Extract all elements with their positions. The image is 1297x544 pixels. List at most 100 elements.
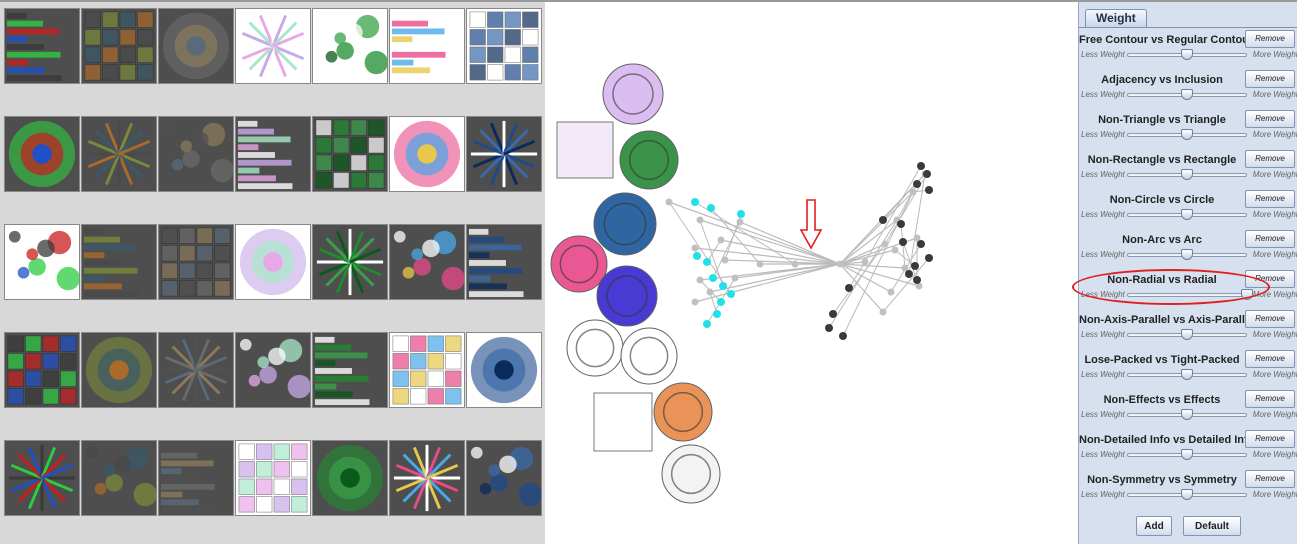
thumbnail-radial-wedge-blue[interactable] (466, 116, 542, 192)
weight-slider-knob[interactable] (1181, 49, 1193, 60)
thumbnail-voronoi-treemap[interactable] (312, 332, 388, 408)
graph-node-cyan (703, 320, 711, 328)
thumbnail-triangle-dark[interactable] (158, 224, 234, 300)
thumbnail-treemap-colorful[interactable] (4, 116, 80, 192)
remove-button[interactable]: Remove (1245, 270, 1295, 288)
thumbnail-radial-fan-blue[interactable] (466, 8, 542, 84)
remove-button[interactable]: Remove (1245, 150, 1295, 168)
thumbnail-green-circles[interactable] (389, 440, 465, 516)
thumbnail-image (82, 9, 156, 83)
less-weight-label: Less Weight (1081, 130, 1125, 139)
weight-slider-knob[interactable] (1181, 249, 1193, 260)
thumbnail-treemap-blue[interactable] (158, 332, 234, 408)
default-button[interactable]: Default (1183, 516, 1241, 536)
remove-button[interactable]: Remove (1245, 350, 1295, 368)
criterion-row: Non-Effects vs Effects Remove Less Weight M… (1079, 390, 1297, 430)
more-weight-label: More Weight (1252, 90, 1297, 99)
thumbnail-sunburst-blue-magenta[interactable] (4, 224, 80, 300)
remove-button[interactable]: Remove (1245, 30, 1295, 48)
thumbnail-image (159, 441, 233, 515)
criterion-title: Non-Detailed Info vs Detailed Info (1079, 434, 1255, 446)
criterion-title: Non-Symmetry vs Symmetry (1087, 474, 1237, 486)
add-button[interactable]: Add (1136, 516, 1172, 536)
thumbnail-dark-treemap[interactable] (312, 116, 388, 192)
remove-button[interactable]: Remove (1245, 430, 1295, 448)
thumbnail-hilbert-map[interactable] (389, 224, 465, 300)
remove-button[interactable]: Remove (1245, 190, 1295, 208)
thumbnail-line-tree-map[interactable] (466, 224, 542, 300)
thumbnail-image (390, 225, 464, 299)
thumbnail-image (82, 117, 156, 191)
weight-slider-knob[interactable] (1241, 289, 1253, 300)
weight-slider-knob[interactable] (1181, 369, 1193, 380)
graph-node (717, 236, 725, 244)
criterion-row: Non-Circle vs Circle Remove Less Weight Mor… (1079, 190, 1297, 230)
weight-slider-knob[interactable] (1181, 489, 1193, 500)
thumbnail-box-diagram[interactable] (312, 224, 388, 300)
down-arrow-icon (799, 199, 823, 250)
graph-edge (839, 263, 906, 269)
thumbnail-circle-nesting[interactable] (389, 332, 465, 408)
thumbnail-radial-box-blue[interactable] (466, 332, 542, 408)
criterion-row: Non-Rectangle vs Rectangle Remove Less Wei… (1079, 150, 1297, 190)
weight-slider-knob[interactable] (1181, 449, 1193, 460)
weight-slider-knob[interactable] (1181, 129, 1193, 140)
graph-node-cyan (693, 252, 701, 260)
tab-weight[interactable]: Weight (1085, 9, 1147, 27)
thumbnail-image (313, 333, 387, 407)
remove-button[interactable]: Remove (1245, 310, 1295, 328)
graph-node (791, 260, 799, 268)
thumbnail-circle-sketch[interactable] (81, 116, 157, 192)
graph-node (879, 308, 887, 316)
thumbnail-treemap-dense[interactable] (158, 8, 234, 84)
criterion-row: Non-Axis-Parallel vs Axis-Parallel Remove… (1079, 310, 1297, 350)
thumbnail-gallery (0, 0, 545, 544)
remove-button[interactable]: Remove (1245, 230, 1295, 248)
graph-node-cyan (727, 290, 735, 298)
thumbnail-circle-packing-dark[interactable] (4, 332, 80, 408)
thumbnail-dark-network[interactable] (81, 332, 157, 408)
thumbnail-radial-sunburst-green[interactable] (158, 440, 234, 516)
remove-button[interactable]: Remove (1245, 110, 1295, 128)
thumbnail-bar-sketch[interactable] (158, 116, 234, 192)
thumbnail-triangle-pyramid[interactable] (81, 440, 157, 516)
graph-node (691, 298, 699, 306)
thumbnail-image (467, 333, 541, 407)
thumbnail-sunburst-rings-purple[interactable] (235, 8, 311, 84)
weight-slider-knob[interactable] (1181, 329, 1193, 340)
remove-button[interactable]: Remove (1245, 470, 1295, 488)
less-weight-label: Less Weight (1081, 330, 1125, 339)
thumbnail-image (467, 9, 541, 83)
thumbnail-grid-lines[interactable] (235, 116, 311, 192)
thumbnail-image (467, 441, 541, 515)
thumbnail-image (5, 225, 79, 299)
remove-button[interactable]: Remove (1245, 70, 1295, 88)
thumbnail-tan-blob[interactable] (466, 440, 542, 516)
thumbnail-organic-dark[interactable] (312, 440, 388, 516)
graph-node (696, 276, 704, 284)
thumbnail-bubble-dark[interactable] (4, 440, 80, 516)
weight-slider-knob[interactable] (1181, 169, 1193, 180)
weight-slider-knob[interactable] (1181, 409, 1193, 420)
thumbnail-circle-packing-clusters[interactable] (389, 8, 465, 84)
thumbnail-radial-tree-green[interactable] (312, 8, 388, 84)
thumbnail-image (390, 9, 464, 83)
thumbnail-treemap-brown[interactable] (235, 332, 311, 408)
graph-node (891, 246, 899, 254)
criterion-row: Non-Arc vs Arc Remove Less Weight More Weig… (1079, 230, 1297, 270)
thumbnail-icicle-bars[interactable] (4, 8, 80, 84)
thumbnail-treemap-yellow-green[interactable] (81, 224, 157, 300)
thumbnail-spiral-bw[interactable] (235, 224, 311, 300)
weight-slider-knob[interactable] (1181, 209, 1193, 220)
weight-slider-track[interactable] (1127, 293, 1247, 297)
thumbnail-treemap-grid[interactable] (81, 8, 157, 84)
thumbnail-flower-radial[interactable] (235, 440, 311, 516)
thumbnail-sunburst-pie-colorful[interactable] (389, 116, 465, 192)
graph-node-cyan (737, 210, 745, 218)
remove-button[interactable]: Remove (1245, 390, 1295, 408)
less-weight-label: Less Weight (1081, 210, 1125, 219)
criterion-title: Non-Effects vs Effects (1103, 394, 1221, 406)
more-weight-label: More Weight (1252, 370, 1297, 379)
weight-slider-knob[interactable] (1181, 89, 1193, 100)
collage-thumbnail (653, 382, 713, 442)
